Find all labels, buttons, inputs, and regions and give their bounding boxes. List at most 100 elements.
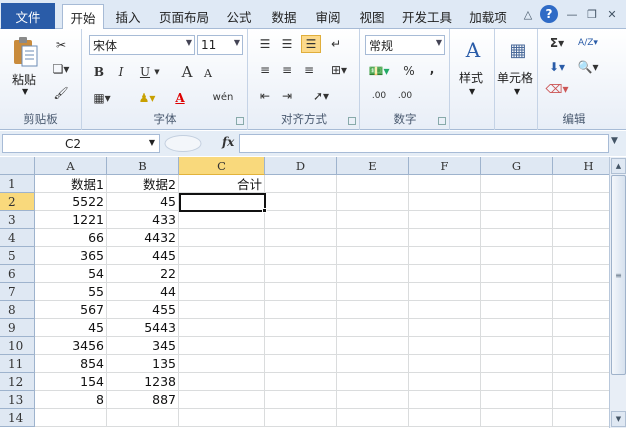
row-header-8[interactable]: 8 <box>0 301 35 319</box>
styles-dropdown-icon[interactable]: ▼ <box>469 87 475 96</box>
paste-icon[interactable] <box>10 35 40 69</box>
cell-a2[interactable]: 5522 <box>35 193 107 211</box>
cell-f8[interactable] <box>409 301 481 319</box>
worksheet-grid[interactable]: A B C D E F G H 1 数据1 数据2 合计 2 5522 45 3 1221 433 4 66 4432 5… <box>0 157 609 428</box>
cell-b2[interactable]: 45 <box>107 193 179 211</box>
fill-icon[interactable]: ⬇▾ <box>545 59 569 75</box>
cell-e8[interactable] <box>337 301 409 319</box>
cell-d12[interactable] <box>265 373 337 391</box>
paste-dropdown-icon[interactable]: ▼ <box>22 87 28 96</box>
cell-f5[interactable] <box>409 247 481 265</box>
cell-f13[interactable] <box>409 391 481 409</box>
cell-d11[interactable] <box>265 355 337 373</box>
cell-e5[interactable] <box>337 247 409 265</box>
cell-f11[interactable] <box>409 355 481 373</box>
row-header-5[interactable]: 5 <box>0 247 35 265</box>
minimize-window-icon[interactable]: — <box>564 6 580 22</box>
cell-b4[interactable]: 4432 <box>107 229 179 247</box>
paste-button[interactable]: 粘贴 <box>12 71 36 88</box>
cell-c1[interactable]: 合计 <box>179 175 265 193</box>
copy-icon[interactable]: ❏▾ <box>50 61 72 77</box>
scroll-up-icon[interactable]: ▲ <box>611 158 626 174</box>
tab-insert[interactable]: 插入 <box>108 4 148 29</box>
cell-b12[interactable]: 1238 <box>107 373 179 391</box>
clear-icon[interactable]: ⌫▾ <box>545 81 569 97</box>
column-header-d[interactable]: D <box>265 157 337 175</box>
expand-formula-bar-icon[interactable]: ▼ <box>611 136 618 146</box>
cell-d1[interactable] <box>265 175 337 193</box>
cell-d2[interactable] <box>265 193 337 211</box>
cell-g11[interactable] <box>481 355 553 373</box>
select-all-corner[interactable] <box>0 157 35 175</box>
row-header-11[interactable]: 11 <box>0 355 35 373</box>
cell-d7[interactable] <box>265 283 337 301</box>
accounting-format-icon[interactable]: 💵▾ <box>367 63 391 79</box>
cell-e2[interactable] <box>337 193 409 211</box>
cell-a9[interactable]: 45 <box>35 319 107 337</box>
cell-a11[interactable]: 854 <box>35 355 107 373</box>
cell-c3[interactable] <box>179 211 265 229</box>
column-header-a[interactable]: A <box>35 157 107 175</box>
sort-filter-button[interactable]: A/Z ▾ <box>573 35 603 51</box>
cell-c10[interactable] <box>179 337 265 355</box>
find-select-icon[interactable]: 🔍▾ <box>575 59 601 75</box>
cell-c14[interactable] <box>179 409 265 427</box>
increase-indent-icon[interactable]: ⇥ <box>279 89 295 103</box>
cell-b13[interactable]: 887 <box>107 391 179 409</box>
cell-h14[interactable] <box>553 409 609 427</box>
tab-developer[interactable]: 开发工具 <box>397 4 457 29</box>
cell-c2[interactable] <box>179 193 265 211</box>
styles-group[interactable]: A 样式 ▼ <box>451 29 495 130</box>
row-header-14[interactable]: 14 <box>0 409 35 427</box>
percent-style-button[interactable]: % <box>401 63 417 79</box>
cell-h7[interactable] <box>553 283 609 301</box>
column-header-c[interactable]: C <box>179 157 265 175</box>
name-box-dropdown-icon[interactable]: ▼ <box>149 138 155 147</box>
cell-c9[interactable] <box>179 319 265 337</box>
cell-f12[interactable] <box>409 373 481 391</box>
number-dialog-launcher-icon[interactable] <box>438 117 446 125</box>
cell-a5[interactable]: 365 <box>35 247 107 265</box>
cell-h1[interactable] <box>553 175 609 193</box>
cut-icon[interactable]: ✂ <box>52 37 70 53</box>
font-dialog-launcher-icon[interactable] <box>236 117 244 125</box>
cell-f6[interactable] <box>409 265 481 283</box>
cell-f7[interactable] <box>409 283 481 301</box>
cell-g10[interactable] <box>481 337 553 355</box>
shrink-font-button[interactable]: A <box>201 64 215 82</box>
vertical-scrollbar[interactable]: ▲ ≡ ▼ <box>609 157 626 428</box>
cell-g7[interactable] <box>481 283 553 301</box>
row-header-1[interactable]: 1 <box>0 175 35 193</box>
cell-e6[interactable] <box>337 265 409 283</box>
underline-dropdown-icon[interactable]: ▼ <box>153 65 161 79</box>
cell-c5[interactable] <box>179 247 265 265</box>
phonetic-guide-button[interactable]: wén <box>207 87 239 107</box>
row-header-3[interactable]: 3 <box>0 211 35 229</box>
borders-icon[interactable]: ▦▾ <box>91 89 113 107</box>
cell-h11[interactable] <box>553 355 609 373</box>
align-right-icon[interactable]: ≡ <box>301 63 317 77</box>
cell-b5[interactable]: 445 <box>107 247 179 265</box>
autosum-button[interactable]: Σ ▾ <box>545 35 569 51</box>
number-format-select[interactable]: 常规 ▼ <box>365 35 445 55</box>
cells-dropdown-icon[interactable]: ▼ <box>514 87 520 96</box>
cell-d4[interactable] <box>265 229 337 247</box>
cell-h4[interactable] <box>553 229 609 247</box>
cell-d3[interactable] <box>265 211 337 229</box>
italic-button[interactable]: I <box>113 63 129 81</box>
grow-font-button[interactable]: A <box>179 62 195 82</box>
tab-review[interactable]: 审阅 <box>309 4 347 29</box>
file-tab[interactable]: 文件 <box>1 3 55 29</box>
cell-g14[interactable] <box>481 409 553 427</box>
bold-button[interactable]: B <box>91 63 107 81</box>
cell-h5[interactable] <box>553 247 609 265</box>
insert-function-button[interactable]: fx <box>222 135 234 149</box>
cell-b8[interactable]: 455 <box>107 301 179 319</box>
cell-g9[interactable] <box>481 319 553 337</box>
increase-decimal-button[interactable]: .00 <box>367 87 391 105</box>
cell-b1[interactable]: 数据2 <box>107 175 179 193</box>
align-middle-icon[interactable]: ☰ <box>279 37 295 51</box>
cell-a13[interactable]: 8 <box>35 391 107 409</box>
cell-a1[interactable]: 数据1 <box>35 175 107 193</box>
cell-e1[interactable] <box>337 175 409 193</box>
